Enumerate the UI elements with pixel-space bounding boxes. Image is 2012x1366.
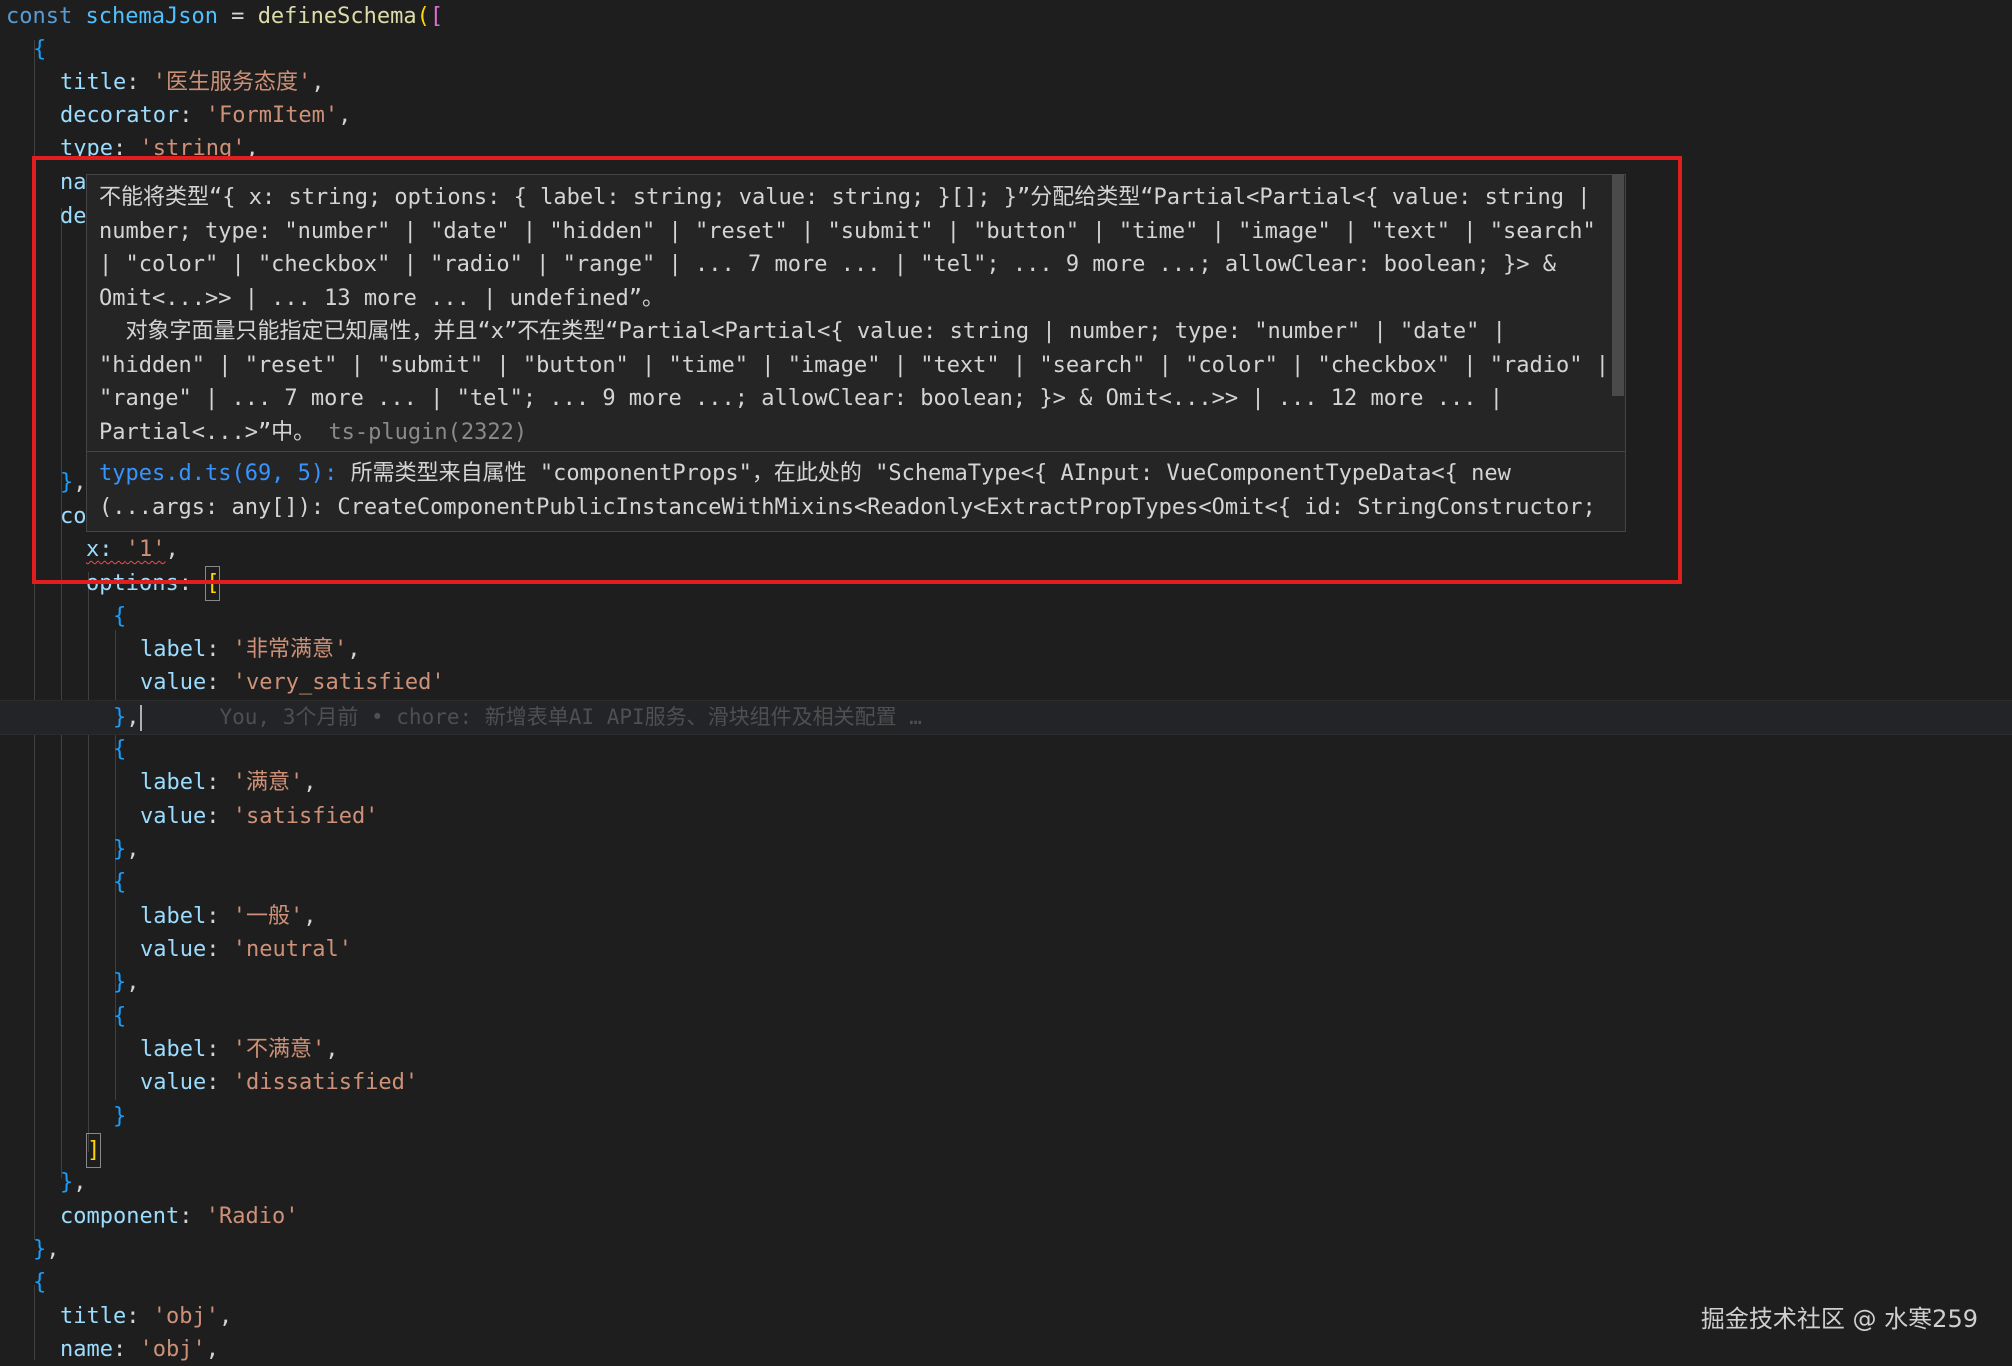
code-line-item2-open: { bbox=[33, 1270, 47, 1295]
code-line-1: const schemaJson = defineSchema([ bbox=[6, 4, 444, 29]
code-line-2: { bbox=[33, 37, 47, 62]
code-line-title: title: '医生服务态度', bbox=[60, 70, 325, 95]
code-line-obj-title: title: 'obj', bbox=[60, 1304, 233, 1329]
watermark: 掘金技术社区 @ 水寒259 bbox=[1700, 1305, 1978, 1333]
code-line-opt1-open: { bbox=[113, 604, 127, 629]
code-line-current: }, You, 3个月前 • chore: 新增表单AI API服务、滑块组件及相… bbox=[0, 700, 2012, 735]
text-caret bbox=[139, 705, 142, 731]
code-line-opt2-close: }, bbox=[113, 837, 140, 862]
code-line-opt4-open: { bbox=[113, 1004, 127, 1029]
code-line-opt2-value: value: 'satisfied' bbox=[140, 804, 379, 829]
git-blame-annotation[interactable]: You, 3个月前 • chore: 新增表单AI API服务、滑块组件及相关配… bbox=[220, 705, 922, 729]
code-line-opt3-value: value: 'neutral' bbox=[140, 937, 352, 962]
code-line-opt4-label: label: '不满意', bbox=[140, 1037, 339, 1062]
code-line-item-close: }, bbox=[33, 1237, 60, 1262]
code-line-component: component: 'Radio' bbox=[60, 1204, 299, 1229]
annotation-highlight-box bbox=[32, 156, 1682, 584]
code-line-opt3-label: label: '一般', bbox=[140, 904, 317, 929]
code-line-opt1-label: label: '非常满意', bbox=[140, 637, 361, 662]
code-line-opt4-value: value: 'dissatisfied' bbox=[140, 1070, 419, 1095]
code-line-options-close: ] bbox=[86, 1133, 102, 1168]
code-line-decorator: decorator: 'FormItem', bbox=[60, 103, 352, 128]
code-line-opt3-close: }, bbox=[113, 970, 140, 995]
indent-guide bbox=[88, 572, 89, 1152]
code-line-opt3-open: { bbox=[113, 870, 127, 895]
code-line-opt2-label: label: '满意', bbox=[140, 770, 317, 795]
code-line-obj-name: name: 'obj', bbox=[60, 1337, 219, 1362]
code-line-opt2-open: { bbox=[113, 737, 127, 762]
code-line-opt4-close: } bbox=[113, 1104, 127, 1129]
code-line-opt1-value: value: 'very_satisfied' bbox=[140, 670, 445, 695]
code-line-componentProps-close: }, bbox=[60, 1170, 87, 1195]
